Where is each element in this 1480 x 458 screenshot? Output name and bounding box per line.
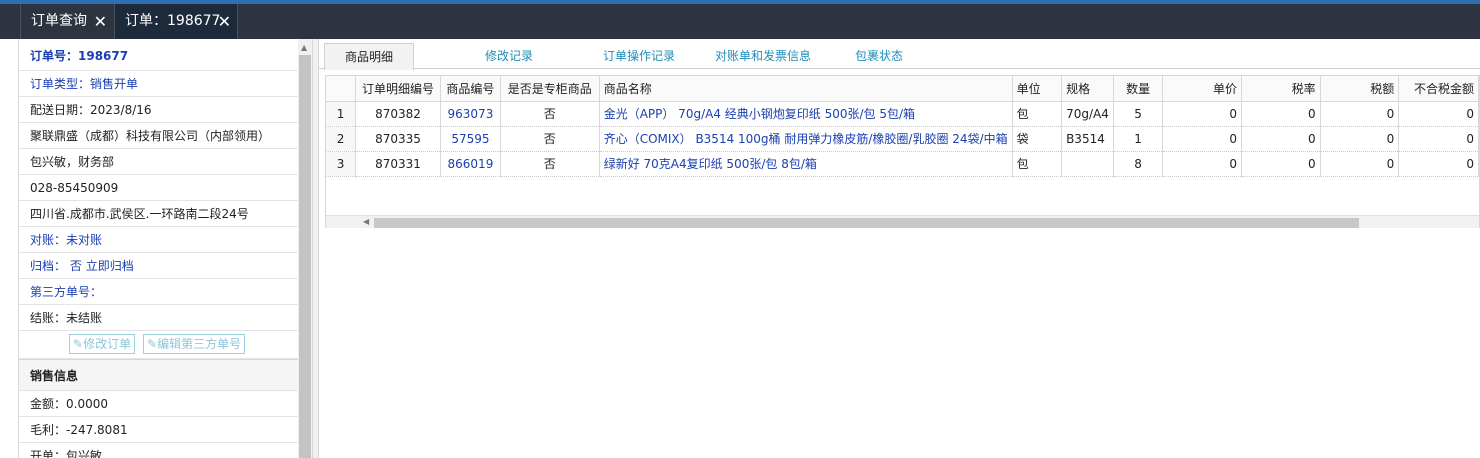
reconcile-status: 对账：未对账: [19, 227, 298, 253]
window-tab-bar: 订单查询 ✕ 订单：198677 ✕: [0, 4, 1480, 39]
sales-biller: 开单：包兴敏: [19, 443, 298, 458]
tab-modify-log[interactable]: 修改记录: [459, 43, 559, 69]
sales-section-title: 销售信息: [19, 359, 298, 391]
col-untaxed-amount[interactable]: 不合税金额: [1398, 76, 1479, 102]
grid-horizontal-scrollbar[interactable]: ◀: [326, 215, 1479, 228]
untaxed-amount-cell: 0: [1398, 126, 1479, 152]
row-number: 2: [326, 126, 357, 152]
table-header-row: 订单明细编号 商品编号 是否是专柜商品 商品名称 单位 规格 数量 单价 税率 …: [326, 76, 1479, 102]
scroll-up-icon[interactable]: ▲: [301, 43, 307, 52]
scrollbar-thumb[interactable]: [374, 218, 1359, 228]
tab-product-detail[interactable]: 商品明细: [324, 43, 414, 70]
col-unit-price[interactable]: 单价: [1162, 76, 1242, 102]
close-icon[interactable]: ✕: [94, 4, 107, 39]
delivery-date: 配送日期：2023/8/16: [19, 97, 298, 123]
col-spec[interactable]: 规格: [1061, 76, 1114, 102]
order-number: 订单号：198677: [19, 41, 298, 71]
unit-cell: 包: [1012, 151, 1063, 177]
product-no-link[interactable]: 866019: [440, 151, 501, 177]
col-rownum: [326, 76, 357, 102]
order-info-sidebar: 订单号：198677 订单类型：销售开单 配送日期：2023/8/16 聚联鼎盛…: [18, 39, 298, 458]
unit-price-cell: 0: [1162, 151, 1242, 177]
quantity-cell: 5: [1113, 101, 1164, 127]
tax-rate-cell: 0: [1241, 101, 1321, 127]
row-number: 1: [326, 101, 357, 127]
unit-price-cell: 0: [1162, 101, 1242, 127]
tab-statement-invoice[interactable]: 对账单和发票信息: [701, 43, 825, 69]
product-no-link[interactable]: 963073: [440, 101, 501, 127]
col-tax-amount[interactable]: 税额: [1320, 76, 1400, 102]
table-row[interactable]: 1 870382 963073 否 金光（APP） 70g/A4 经典小钢炮复印…: [326, 101, 1479, 127]
panel-splitter[interactable]: [312, 39, 319, 458]
edit-order-button[interactable]: ✎修改订单: [69, 334, 136, 354]
tab-order-detail[interactable]: 订单：198677 ✕: [114, 4, 238, 39]
detail-no-cell: 870382: [355, 101, 441, 127]
scroll-left-icon[interactable]: ◀: [363, 217, 369, 226]
archive-value: 否: [69, 259, 82, 273]
table-row[interactable]: 3 870331 866019 否 绿新好 70克A4复印纸 500张/包 8包…: [326, 151, 1479, 177]
is-counter-cell: 否: [500, 126, 600, 152]
sidebar-scrollbar[interactable]: ▲: [298, 39, 312, 458]
product-no-link[interactable]: 57595: [440, 126, 501, 152]
product-name-link[interactable]: 绿新好 70克A4复印纸 500张/包 8包/箱: [599, 151, 1013, 177]
tax-rate-cell: 0: [1241, 151, 1321, 177]
detail-tabs: 商品明细 修改记录 订单操作记录 对账单和发票信息 包裹状态: [319, 39, 1480, 70]
close-icon[interactable]: ✕: [218, 4, 231, 39]
col-quantity[interactable]: 数量: [1113, 76, 1164, 102]
order-type: 订单类型：销售开单: [19, 71, 298, 97]
edit-third-party-button[interactable]: ✎编辑第三方单号: [143, 334, 246, 354]
customer-address: 四川省.成都市.武侯区.一环路南二段24号: [19, 201, 298, 227]
archive-label: 归档：: [30, 259, 67, 273]
customer-contact: 包兴敏，财务部: [19, 149, 298, 175]
customer-phone: 028-85450909: [19, 175, 298, 201]
tax-amount-cell: 0: [1320, 126, 1400, 152]
tab-order-query-label: 订单查询: [31, 13, 87, 29]
col-unit[interactable]: 单位: [1012, 76, 1063, 102]
product-name-link[interactable]: 齐心（COMIX） B3514 100g桶 耐用弹力橡皮筋/橡胶圈/乳胶圈 24…: [599, 126, 1013, 152]
detail-no-cell: 870335: [355, 126, 441, 152]
sales-profit: 毛利：-247.8081: [19, 417, 298, 443]
unit-cell: 包: [1012, 101, 1063, 127]
scrollbar-thumb[interactable]: [299, 55, 311, 458]
product-detail-grid: 订单明细编号 商品编号 是否是专柜商品 商品名称 单位 规格 数量 单价 税率 …: [325, 75, 1480, 228]
quantity-cell: 1: [1113, 126, 1164, 152]
col-is-counter[interactable]: 是否是专柜商品: [500, 76, 600, 102]
tax-amount-cell: 0: [1320, 151, 1400, 177]
unit-price-cell: 0: [1162, 126, 1242, 152]
spec-cell: 70g/A4: [1061, 101, 1114, 127]
settle-status: 结账：未结账: [19, 305, 298, 331]
tax-amount-cell: 0: [1320, 101, 1400, 127]
quantity-cell: 8: [1113, 151, 1164, 177]
tab-order-detail-label: 订单：198677: [125, 13, 221, 29]
sales-amount: 金额：0.0000: [19, 391, 298, 417]
third-party-number: 第三方单号：: [19, 279, 298, 305]
tax-rate-cell: 0: [1241, 126, 1321, 152]
tab-package-status[interactable]: 包裹状态: [839, 43, 919, 69]
archive-status: 归档： 否 立即归档: [19, 253, 298, 279]
col-product-no[interactable]: 商品编号: [440, 76, 501, 102]
untaxed-amount-cell: 0: [1398, 101, 1479, 127]
tab-order-query[interactable]: 订单查询 ✕: [20, 4, 113, 39]
main-panel: 商品明细 修改记录 订单操作记录 对账单和发票信息 包裹状态 订单明细编号 商品…: [319, 39, 1480, 458]
archive-now-link[interactable]: 立即归档: [86, 259, 134, 273]
spec-cell: [1061, 151, 1114, 177]
customer-company: 聚联鼎盛（成都）科技有限公司（内部领用）: [19, 123, 298, 149]
table-row[interactable]: 2 870335 57595 否 齐心（COMIX） B3514 100g桶 耐…: [326, 126, 1479, 152]
row-number: 3: [326, 151, 357, 177]
sidebar-button-row: ✎修改订单 ✎编辑第三方单号: [19, 331, 298, 359]
col-detail-no[interactable]: 订单明细编号: [355, 76, 441, 102]
product-name-link[interactable]: 金光（APP） 70g/A4 经典小钢炮复印纸 500张/包 5包/箱: [599, 101, 1013, 127]
is-counter-cell: 否: [500, 151, 600, 177]
detail-no-cell: 870331: [355, 151, 441, 177]
col-tax-rate[interactable]: 税率: [1241, 76, 1321, 102]
unit-cell: 袋: [1012, 126, 1063, 152]
product-table: 订单明细编号 商品编号 是否是专柜商品 商品名称 单位 规格 数量 单价 税率 …: [326, 76, 1479, 177]
col-product-name[interactable]: 商品名称: [599, 76, 1013, 102]
tab-order-operation-log[interactable]: 订单操作记录: [584, 43, 694, 69]
is-counter-cell: 否: [500, 101, 600, 127]
spec-cell: B3514: [1061, 126, 1114, 152]
untaxed-amount-cell: 0: [1398, 151, 1479, 177]
left-strip: [0, 39, 18, 458]
